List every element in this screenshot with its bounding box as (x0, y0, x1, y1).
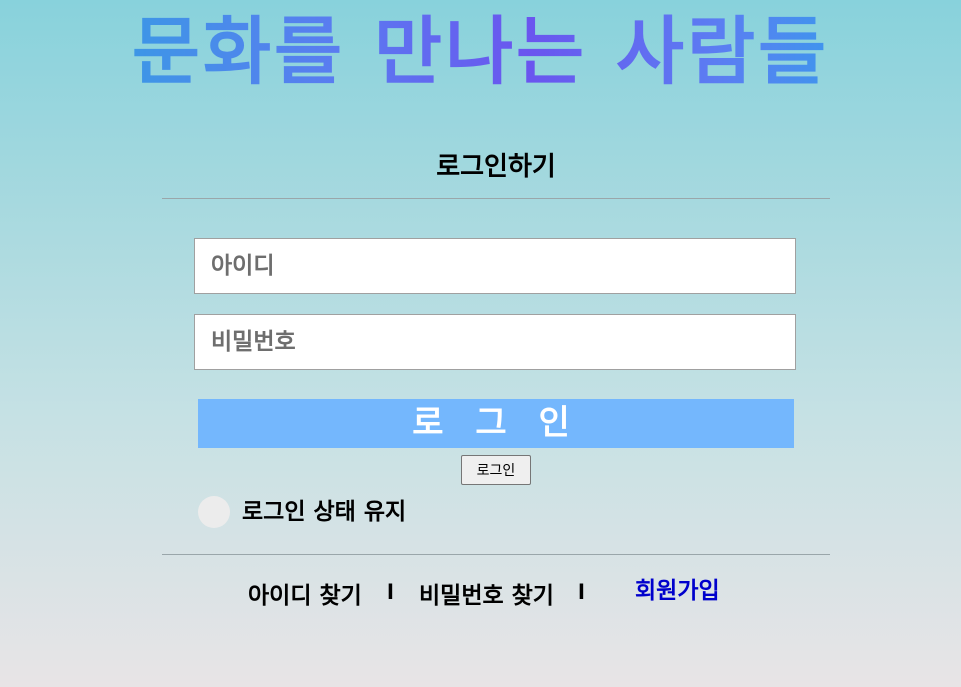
footer-separator: l (578, 580, 585, 604)
find-id-link[interactable]: 아이디 찾기 (248, 580, 362, 612)
find-password-link[interactable]: 비밀번호 찾기 (419, 580, 554, 612)
login-submit-button[interactable]: 로그인 (461, 455, 531, 485)
id-input[interactable] (194, 238, 796, 294)
login-heading: 로그인하기 (436, 152, 556, 182)
password-input[interactable] (194, 314, 796, 370)
top-divider (162, 198, 830, 199)
bottom-divider (162, 554, 830, 555)
login-banner-button[interactable]: 로 그 인 (198, 399, 794, 448)
footer-separator: l (387, 580, 394, 604)
app-title: 문화를 만나는 사람들 (0, 4, 961, 100)
keep-login-checkbox[interactable] (198, 496, 230, 528)
signup-link[interactable]: 회원가입 (635, 575, 720, 607)
keep-login-label: 로그인 상태 유지 (242, 499, 407, 525)
